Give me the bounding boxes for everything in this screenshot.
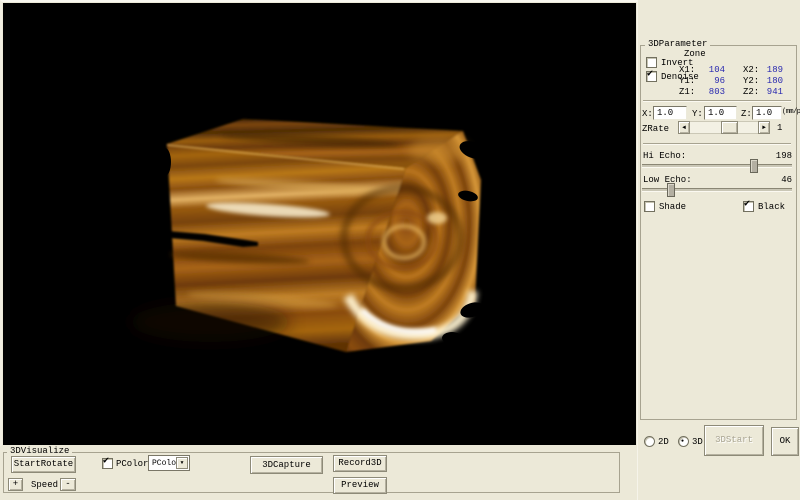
zrate-scroll-left-icon[interactable]: ◄ — [678, 121, 690, 134]
black-check-mark: ✔ — [744, 200, 750, 210]
zrate-scroll-right-icon[interactable]: ► — [758, 121, 770, 134]
scale-unit-label: (mm/p) — [782, 109, 800, 116]
denoise-checkbox[interactable]: ✔ — [646, 71, 657, 82]
zone-z1-value: 803 — [693, 88, 725, 97]
speed-label: Speed — [31, 481, 58, 490]
chevron-down-icon[interactable]: ▼ — [176, 457, 188, 469]
separator — [643, 143, 791, 145]
shade-label: Shade — [659, 203, 686, 212]
3dstart-button[interactable]: 3DStart — [704, 425, 764, 456]
radio-3d[interactable]: ● — [678, 436, 689, 447]
zrate-scrollbar[interactable]: ◄ ► — [678, 121, 770, 134]
z-scale-label: Z: — [741, 110, 752, 119]
app-window: { "window": { "bg": "#ece9d8", "viewport… — [0, 0, 800, 500]
low-echo-slider-track[interactable] — [642, 188, 792, 192]
zone-y2-value: 180 — [756, 77, 783, 86]
render-viewport[interactable] — [3, 3, 636, 445]
hi-echo-slider-track[interactable] — [642, 164, 792, 168]
denoise-check-mark: ✔ — [647, 70, 653, 80]
3dcapture-button[interactable]: 3DCapture — [250, 456, 323, 474]
shade-checkbox[interactable] — [644, 201, 655, 212]
zone-x1-value: 104 — [693, 66, 725, 75]
black-checkbox[interactable]: ✔ — [743, 201, 754, 212]
x-scale-label: X: — [642, 110, 653, 119]
low-echo-value: 46 — [781, 176, 792, 185]
parameter-panel: 3DParameter Invert ✔ Denoise Zone X1: 10… — [637, 0, 800, 500]
speed-minus-button[interactable]: - — [60, 478, 76, 491]
radio-2d-label: 2D — [658, 438, 669, 447]
visualize-panel: 3DVisualize StartRotate + Speed - ✔ PCol… — [0, 446, 637, 500]
ok-button[interactable]: OK — [771, 427, 799, 456]
pcolor-check-mark: ✔ — [103, 457, 109, 467]
x-scale-input[interactable]: 1.0 — [653, 106, 687, 120]
zone-title: Zone — [684, 50, 706, 59]
zone-x2-value: 189 — [756, 66, 783, 75]
volume-render — [3, 3, 636, 445]
black-label: Black — [758, 203, 785, 212]
zrate-scroll-thumb[interactable] — [721, 121, 738, 134]
radio-3d-dot: ● — [681, 439, 684, 444]
zone-z2-value: 941 — [756, 88, 783, 97]
hi-echo-slider-thumb[interactable] — [750, 159, 758, 173]
radio-2d[interactable] — [644, 436, 655, 447]
hi-echo-label: Hi Echo: — [643, 152, 686, 161]
visualize-group-title: 3DVisualize — [7, 447, 72, 456]
pcolor-dropdown[interactable]: PColor ▼ — [148, 455, 190, 471]
hi-echo-value: 198 — [776, 152, 792, 161]
y-scale-input[interactable]: 1.0 — [704, 106, 737, 120]
zone-y1-value: 96 — [693, 77, 725, 86]
pcolor-label: PColor — [116, 460, 148, 469]
radio-3d-label: 3D — [692, 438, 703, 447]
start-rotate-button[interactable]: StartRotate — [11, 456, 76, 473]
record3d-button[interactable]: Record3D — [333, 455, 387, 472]
y-scale-label: Y: — [692, 110, 703, 119]
parameter-group-title: 3DParameter — [645, 40, 710, 49]
zrate-label: ZRate — [642, 125, 669, 134]
z-scale-input[interactable]: 1.0 — [752, 106, 782, 120]
pcolor-checkbox[interactable]: ✔ — [102, 458, 113, 469]
separator — [643, 100, 791, 102]
zrate-value: 1 — [777, 124, 782, 133]
preview-button[interactable]: Preview — [333, 477, 387, 494]
speed-plus-button[interactable]: + — [8, 478, 23, 491]
invert-checkbox[interactable] — [646, 57, 657, 68]
low-echo-slider-thumb[interactable] — [667, 183, 675, 197]
